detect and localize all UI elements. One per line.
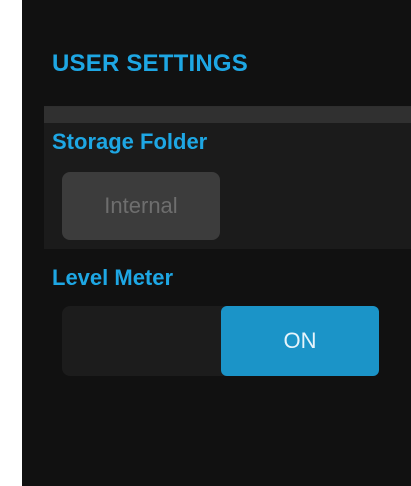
level-meter-label: Level Meter xyxy=(52,265,174,290)
level-meter-toggle[interactable]: ON xyxy=(62,306,379,376)
storage-folder-button[interactable]: Internal xyxy=(62,172,220,240)
settings-screen: USER SETTINGS Storage Folder Internal Le… xyxy=(22,0,411,486)
panel-divider xyxy=(44,107,411,123)
storage-folder-label: Storage Folder xyxy=(52,129,208,154)
toggle-on-segment[interactable]: ON xyxy=(221,306,379,376)
page-title: USER SETTINGS xyxy=(52,50,248,77)
toggle-off-segment[interactable] xyxy=(62,306,221,376)
